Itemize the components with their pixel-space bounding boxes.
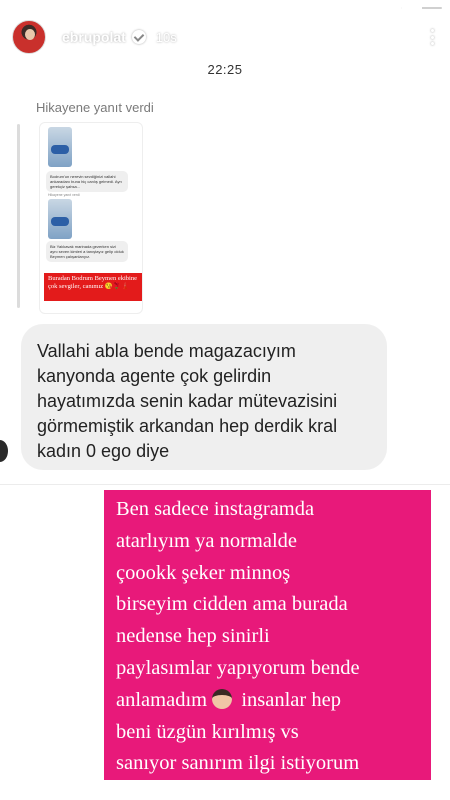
time-ago: 10s: [155, 29, 177, 45]
replied-story-preview[interactable]: Bodrum'un nerevin sevdiğinizi vallahi an…: [39, 122, 143, 314]
progress-segment: [139, 7, 180, 9]
overlay-line-part: anlamadım: [116, 688, 208, 711]
more-options-icon[interactable]: [424, 27, 440, 47]
story-header: ebrupolat 10s: [12, 18, 440, 56]
overlay-line: beni üzgün kırılmış vs: [116, 720, 299, 743]
progress-segment: [182, 7, 224, 9]
reply-quote-bar: [17, 124, 20, 308]
progress-segment: [357, 7, 399, 9]
overlay-line: Ben sadece instagramda: [116, 498, 315, 520]
reply-label: Hikayene yanıt verdi: [36, 100, 154, 115]
overlay-line: atarlıyım ya normalde: [116, 529, 298, 552]
preview-message-bubble: Biz Yalıkavak marinada gezerken sizi ayn…: [46, 241, 128, 262]
message-bubble: Vallahi abla bende magazacıyım kanyonda …: [21, 324, 387, 470]
overlay-line: sanıyor sanırım ilgi istiyorum: [116, 752, 360, 775]
progress-segment: [313, 7, 355, 9]
story-thumbnail: [48, 199, 72, 239]
preview-reply-caption: Hikayene yanıt verdi: [48, 193, 80, 197]
progress-segment: [51, 7, 93, 9]
overlay-line: nedense hep sinirli: [116, 625, 270, 648]
overlay-line-part: insanlar hep: [241, 688, 341, 711]
story-progress-bar: [8, 7, 443, 9]
divider: [0, 484, 450, 485]
verified-badge-icon: [131, 30, 146, 44]
story-thumbnail: [48, 127, 72, 167]
username[interactable]: ebrupolat: [62, 29, 126, 45]
overlay-line: birseyim cidden ama burada: [116, 593, 348, 616]
progress-segment: [226, 7, 268, 9]
sender-avatar: [0, 440, 8, 462]
woman-facepalming-emoji-icon: [212, 688, 233, 709]
preview-red-banner: Buradan Bodrum Beymen ekibine çok sevgil…: [44, 273, 142, 301]
progress-segment: [95, 7, 137, 9]
progress-segment-current: [401, 7, 443, 9]
overlay-line: klasik yengeç işte: [116, 784, 262, 800]
progress-segment: [270, 7, 311, 9]
overlay-line: çoookk şeker minnoş: [116, 561, 291, 584]
progress-segment: [8, 7, 49, 9]
overlay-line: anlamadım insanlar hep: [116, 685, 426, 717]
overlay-line: paylasımlar yapıyorum bende: [116, 656, 360, 679]
avatar[interactable]: [12, 20, 46, 54]
preview-message-bubble: Bodrum'un nerevin sevdiğinizi vallahi an…: [46, 171, 128, 192]
message-timestamp: 22:25: [207, 62, 243, 77]
overlay-text: Ben sadece instagramda atarlıyım ya norm…: [116, 494, 426, 800]
